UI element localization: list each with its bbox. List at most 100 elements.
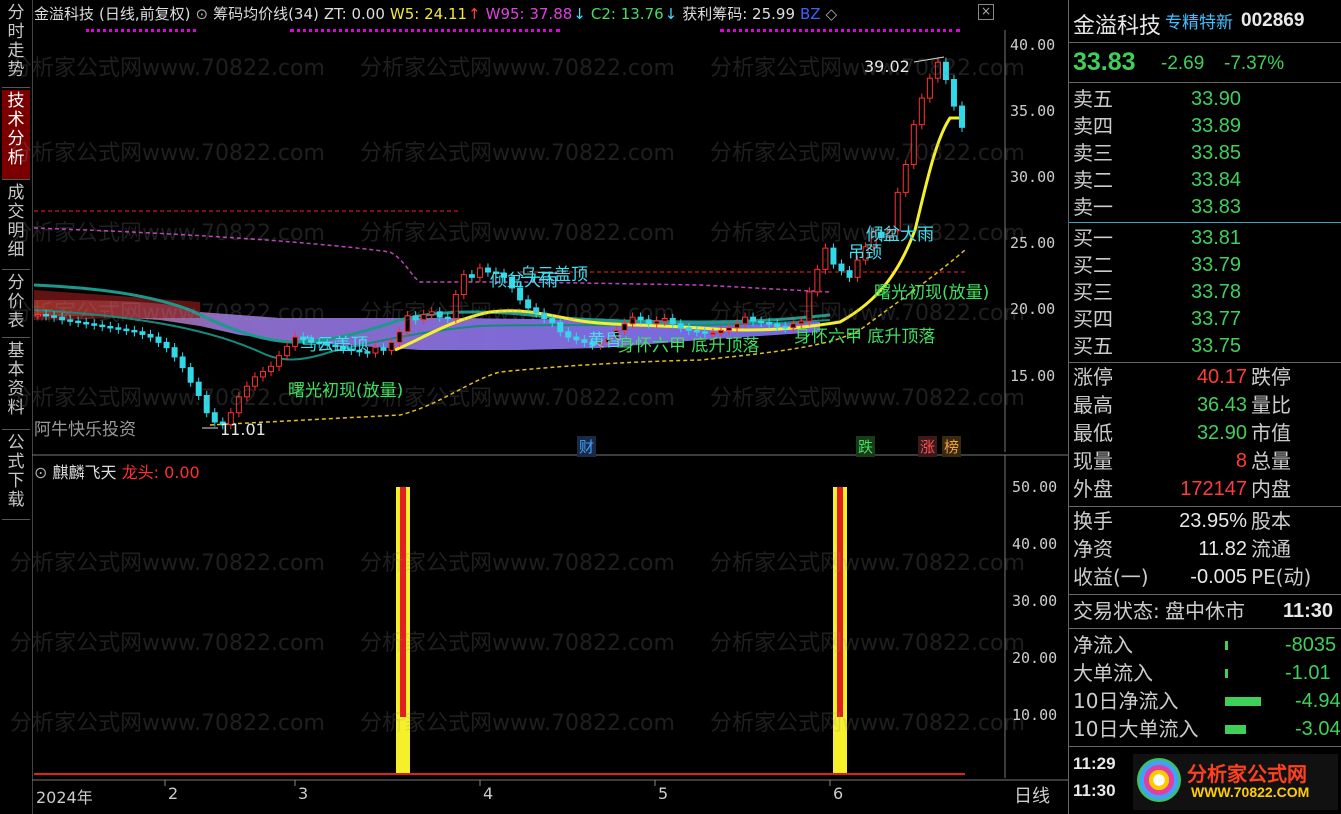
candle-body — [75, 320, 82, 324]
sub-indicator-value: 龙头: 0.00 — [121, 463, 200, 482]
candle-body — [452, 294, 459, 319]
pattern-label: 吊颈 — [848, 243, 882, 263]
candle-body — [139, 331, 146, 335]
divider — [1069, 506, 1341, 507]
candle-body — [814, 268, 821, 293]
candle-body — [179, 356, 186, 369]
candle-body — [51, 315, 58, 318]
candle-body — [533, 307, 540, 314]
candle-body — [163, 341, 170, 349]
price-tick: 30.00 — [1010, 168, 1056, 186]
ask-row[interactable]: 卖四 33.89 — [1073, 113, 1335, 140]
sub-indicator-name: 麒麟飞天 — [52, 463, 117, 482]
candle-body — [750, 316, 757, 322]
bid-row[interactable]: 买三 33.78 — [1073, 279, 1335, 306]
period-button[interactable]: 日线 — [1014, 782, 1050, 808]
low-label: 11.01 — [220, 420, 266, 439]
candle-body — [910, 124, 917, 165]
candle-body — [742, 316, 749, 325]
chart-canvas[interactable] — [0, 0, 1068, 814]
candle-body — [83, 321, 90, 325]
quote-change-pct: -7.37% — [1224, 53, 1285, 74]
pattern-label: 乌云盖顶 — [520, 265, 588, 285]
divider — [1069, 628, 1341, 629]
stat-row: 现量 8 总量 — [1073, 449, 1291, 473]
indicator-tick: 50.00 — [1012, 478, 1058, 496]
candle-body — [268, 365, 275, 373]
event-badge-rise[interactable]: 涨 — [918, 436, 938, 457]
candle-body — [934, 61, 941, 79]
quote-code: 002869 — [1241, 10, 1305, 31]
candle-body — [460, 274, 467, 296]
time-label: 2 — [168, 784, 179, 803]
candle-body — [782, 325, 789, 329]
price-tick: 35.00 — [1010, 102, 1056, 120]
candle-body — [557, 321, 564, 333]
stat-row: 最低 32.90 市值 — [1073, 421, 1291, 445]
price-axis: 40.00 35.00 30.00 25.00 20.00 15.00 — [1010, 0, 1068, 452]
tick-time: 11:30 — [1073, 781, 1116, 800]
flow-row: 10日净流入 -4.94 — [1073, 689, 1341, 713]
candle-body — [734, 323, 741, 329]
quote-stock-name: 金溢科技 — [1073, 14, 1162, 39]
candle-body — [292, 336, 299, 347]
price-tick: 20.00 — [1010, 300, 1056, 318]
event-badge-drop[interactable]: 跌 — [856, 436, 876, 457]
divider — [1069, 222, 1341, 223]
site-logo: 分析家公式网 WWW.70822.COM — [1133, 754, 1338, 810]
candle-body — [388, 341, 395, 351]
bid-row[interactable]: 买四 33.77 — [1073, 306, 1335, 333]
event-badge-finance[interactable]: 财 — [577, 436, 597, 457]
candle-body — [251, 376, 258, 387]
ask-row[interactable]: 卖一 33.83 — [1073, 194, 1335, 221]
sub-chart-header: ⊙ 麒麟飞天 龙头: 0.00 — [34, 459, 200, 483]
flow-row: 净流入 -8035 — [1073, 633, 1337, 657]
candle-body — [758, 320, 765, 324]
sub-collapse-icon[interactable]: ⊙ — [34, 463, 47, 482]
candle-body — [822, 247, 829, 270]
flow-bar — [1225, 669, 1228, 678]
candle-body — [396, 331, 403, 343]
divider — [1069, 746, 1341, 747]
candlestick-series — [35, 57, 965, 430]
candle-body — [284, 345, 291, 357]
tick-time: 11:29 — [1073, 754, 1116, 773]
time-label: 6 — [833, 784, 844, 803]
flow-bar — [1225, 641, 1228, 650]
ask-row[interactable]: 卖五 33.90 — [1073, 86, 1335, 113]
price-tick: 15.00 — [1010, 367, 1056, 385]
candle-body — [131, 329, 138, 333]
time-label: 4 — [483, 784, 494, 803]
ask-row[interactable]: 卖二 33.84 — [1073, 167, 1335, 194]
candle-body — [806, 291, 813, 322]
candle-body — [235, 396, 242, 414]
candle-body — [436, 311, 443, 318]
stat-row: 最高 36.43 量比 — [1073, 393, 1291, 417]
dragon-bar-2-red — [837, 487, 843, 717]
candle-body — [621, 323, 628, 331]
candle-body — [846, 270, 853, 278]
pattern-label: 曙光初现(放量) — [874, 283, 990, 303]
flow-row: 大单流入 -1.01 — [1073, 661, 1331, 685]
bid-row[interactable]: 买二 33.79 — [1073, 252, 1335, 279]
candle-body — [67, 319, 74, 322]
candle-body — [171, 347, 178, 358]
event-badge-list[interactable]: 榜 — [942, 436, 962, 457]
quote-change: -2.69 — [1161, 53, 1205, 74]
divider — [1069, 42, 1341, 43]
indicator-tick: 30.00 — [1012, 592, 1058, 610]
candle-body — [444, 316, 451, 320]
ask-row[interactable]: 卖三 33.85 — [1073, 140, 1335, 167]
flow-bar — [1225, 725, 1246, 734]
bid-row[interactable]: 买五 33.75 — [1073, 333, 1335, 360]
stat-row: 涨停 40.17 跌停 — [1073, 365, 1291, 389]
candle-body — [211, 412, 218, 423]
candle-body — [372, 347, 379, 354]
candle-body — [147, 333, 154, 338]
candle-body — [195, 381, 202, 396]
bid-row[interactable]: 买一 33.81 — [1073, 225, 1335, 252]
candle-body — [476, 267, 483, 278]
quote-tag: 专精特新 — [1165, 13, 1233, 33]
candle-body — [926, 77, 933, 99]
time-label: 3 — [298, 784, 309, 803]
